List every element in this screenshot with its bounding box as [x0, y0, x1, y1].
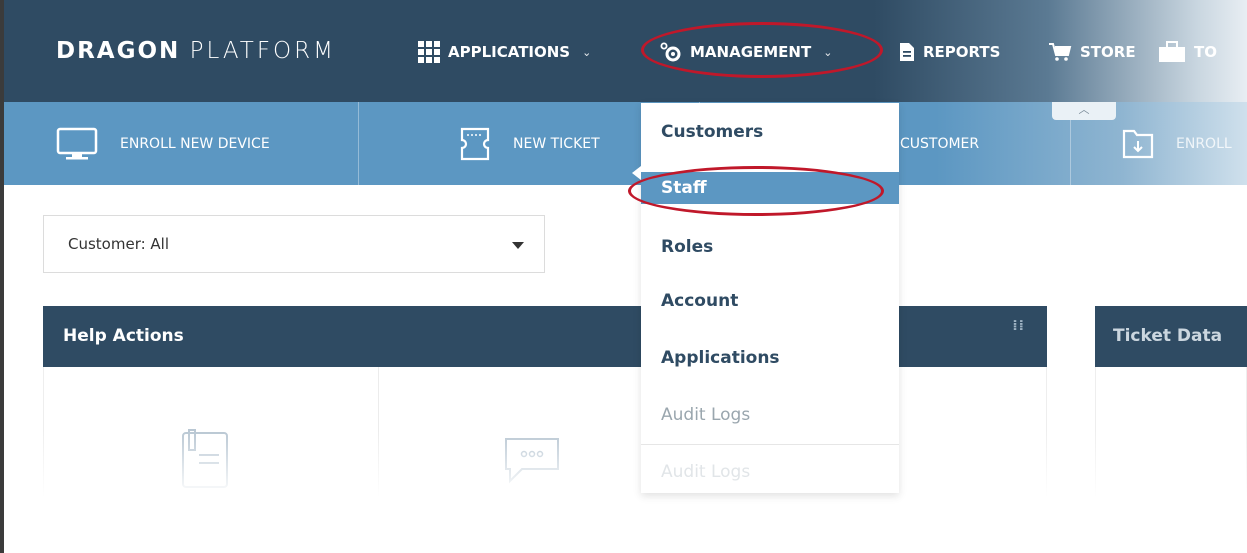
menu-item-roles[interactable]: Roles	[641, 220, 899, 274]
monitor-icon	[56, 127, 98, 159]
chevron-up-icon: ︿	[1078, 103, 1090, 116]
enroll-button[interactable]: ENROLL	[1122, 102, 1232, 185]
customer-select[interactable]: Customer: All	[43, 215, 545, 273]
new-customer-label: CUSTOMER	[900, 135, 980, 152]
chevron-down-icon: ⌄	[823, 45, 833, 59]
menu-item-account[interactable]: Account	[641, 274, 899, 328]
folder-download-icon	[1122, 129, 1154, 158]
enroll-new-device-button[interactable]: ENROLL NEW DEVICE	[56, 102, 270, 185]
ticket-data-title: Ticket Data	[1113, 326, 1223, 346]
bottom-fade	[4, 430, 1247, 553]
gear-icon	[660, 42, 681, 62]
caret-down-icon	[512, 242, 524, 249]
nav-management-label: MANAGEMENT	[690, 43, 812, 61]
menu-item-audit-logs-ghost: Audit Logs	[661, 462, 751, 482]
nav-tools-label: TO	[1194, 43, 1217, 61]
ticket-icon	[460, 127, 490, 160]
menu-item-audit-logs[interactable]: Audit Logs	[641, 388, 899, 442]
new-ticket-label: NEW TICKET	[513, 135, 600, 152]
customer-select-value: Customer: All	[68, 235, 170, 253]
menu-item-customers[interactable]: Customers	[641, 105, 899, 159]
management-dropdown-menu: Customers Staff Roles Account Applicatio…	[641, 103, 899, 493]
nav-tools[interactable]: TO	[1158, 40, 1217, 64]
nav-applications-label: APPLICATIONS	[448, 43, 571, 61]
new-customer-button[interactable]: CUSTOMER	[900, 102, 979, 185]
brand-logo-light: PLATFORM	[189, 38, 336, 64]
nav-management[interactable]: MANAGEMENT ⌄	[660, 40, 832, 64]
ticket-data-header: Ticket Data	[1095, 306, 1247, 367]
menu-pointer	[632, 166, 641, 180]
brand-logo[interactable]: DRAGON PLATFORM	[56, 38, 336, 64]
drag-handle-icon[interactable]: ⁞⁞	[1012, 319, 1025, 333]
brand-logo-bold: DRAGON	[56, 38, 181, 64]
menu-item-staff[interactable]: Staff	[641, 172, 899, 204]
nav-store[interactable]: STORE	[1048, 40, 1136, 64]
collapse-bar-button[interactable]: ︿	[1052, 102, 1116, 120]
menu-item-applications[interactable]: Applications	[641, 331, 899, 385]
enroll-new-device-label: ENROLL NEW DEVICE	[120, 135, 270, 152]
nav-reports-label: REPORTS	[923, 43, 1001, 61]
cart-icon	[1049, 43, 1072, 61]
top-navigation-bar: DRAGON PLATFORM APPLICATIONS ⌄ MANAGEMEN…	[4, 0, 1247, 102]
nav-store-label: STORE	[1080, 43, 1136, 61]
chevron-down-icon: ⌄	[582, 45, 592, 59]
action-divider	[358, 102, 359, 185]
apps-grid-icon	[418, 41, 440, 63]
nav-applications[interactable]: APPLICATIONS ⌄	[418, 40, 591, 64]
toolbox-icon	[1159, 41, 1185, 62]
enroll-label: ENROLL	[1176, 135, 1232, 152]
nav-reports[interactable]: REPORTS	[899, 40, 1000, 64]
help-actions-title: Help Actions	[63, 326, 184, 346]
document-icon	[900, 43, 914, 61]
new-ticket-button[interactable]: NEW TICKET	[459, 102, 600, 185]
